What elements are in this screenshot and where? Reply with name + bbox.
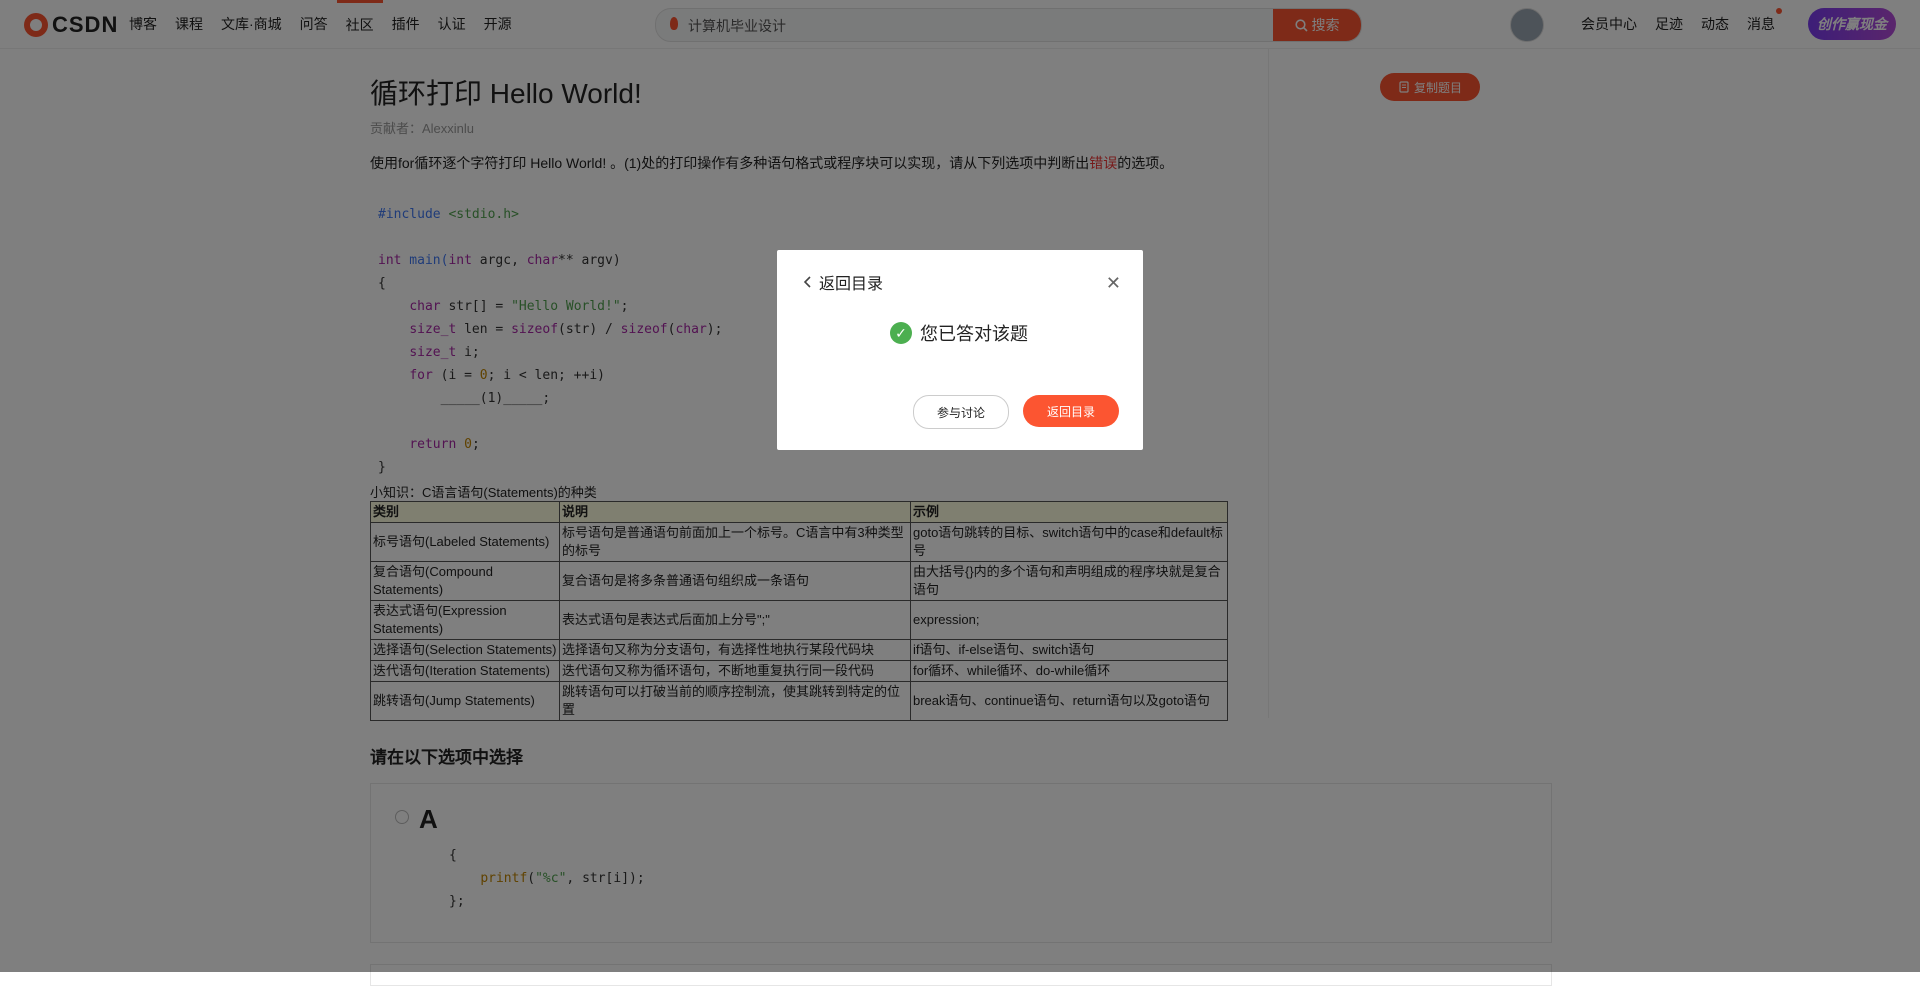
close-icon[interactable]: ✕ [1106, 274, 1121, 292]
result-message-text: 您已答对该题 [920, 324, 1028, 344]
chevron-left-icon [803, 276, 811, 288]
back-to-catalog-button[interactable]: 返回目录 [1023, 395, 1119, 427]
check-circle-icon: ✓ [890, 322, 912, 344]
modal-overlay[interactable] [0, 0, 1920, 972]
join-discussion-button[interactable]: 参与讨论 [913, 395, 1009, 429]
back-to-catalog-link[interactable]: 返回目录 [803, 270, 883, 294]
back-to-catalog-label: 返回目录 [819, 276, 884, 293]
answer-result-dialog: 返回目录 ✕ ✓ 您已答对该题 参与讨论 返回目录 [777, 250, 1143, 450]
result-message: ✓ 您已答对该题 [890, 320, 1028, 346]
